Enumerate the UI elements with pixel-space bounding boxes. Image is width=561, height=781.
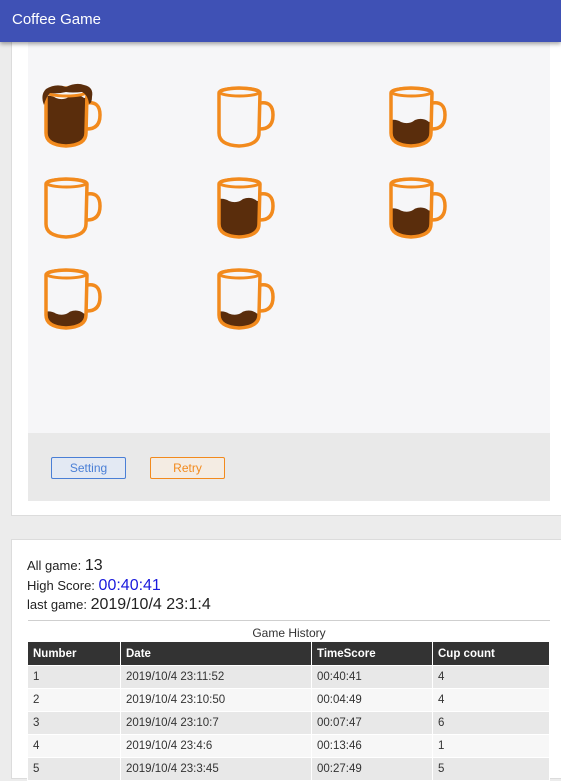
table-cell: 4 <box>432 665 550 689</box>
coffee-cup[interactable] <box>32 261 112 341</box>
table-row: 2 2019/10/4 23:10:50 00:04:49 4 <box>27 688 550 712</box>
column-header: Number <box>27 641 121 666</box>
coffee-cup-icon <box>44 268 102 330</box>
coffee-cup[interactable] <box>377 170 457 250</box>
coffee-cup-icon <box>217 268 275 330</box>
history-table: Number Date TimeScore Cup count 1 2019/1… <box>27 641 550 781</box>
table-cell: 00:04:49 <box>311 688 433 712</box>
table-cell: 2019/10/4 23:3:45 <box>120 757 312 781</box>
history-header-row: Number Date TimeScore Cup count <box>27 641 550 666</box>
last-game-stat: last game: 2019/10/4 23:1:4 <box>27 596 211 614</box>
cup-handle <box>259 101 275 131</box>
coffee-cup[interactable] <box>377 79 457 159</box>
table-cell: 4 <box>27 734 121 758</box>
game-card: Setting Retry <box>11 30 561 516</box>
table-row: 4 2019/10/4 23:4:6 00:13:46 1 <box>27 734 550 758</box>
history-caption: Game History <box>252 626 326 640</box>
coffee-cup-icon <box>389 177 447 239</box>
cup-rim <box>390 86 433 98</box>
game-controls: Setting Retry <box>28 433 550 501</box>
table-row: 5 2019/10/4 23:3:45 00:27:49 5 <box>27 757 550 781</box>
high-score-label: High Score: <box>27 578 95 593</box>
coffee-cup[interactable] <box>205 79 285 159</box>
cup-handle <box>431 192 447 222</box>
column-header: Date <box>120 641 312 666</box>
cup-rim <box>390 177 433 189</box>
all-game-stat: All game: 13 <box>27 557 103 575</box>
last-game-value: 2019/10/4 23:1:4 <box>90 596 211 613</box>
table-cell: 2019/10/4 23:4:6 <box>120 734 312 758</box>
cup-handle <box>431 101 447 131</box>
app-bar: Coffee Game <box>0 0 561 42</box>
all-game-label: All game: <box>27 558 82 573</box>
cup-rim <box>45 177 88 189</box>
last-game-label: last game: <box>27 597 87 612</box>
all-game-value: 13 <box>84 557 103 574</box>
table-cell: 2019/10/4 23:11:52 <box>120 665 312 689</box>
coffee-cup-icon <box>217 86 275 148</box>
cup-rim <box>218 177 261 189</box>
table-cell: 2019/10/4 23:10:7 <box>120 711 312 735</box>
coffee-cup-icon <box>42 83 102 148</box>
coffee-cup[interactable] <box>205 170 285 250</box>
cup-handle <box>86 101 102 131</box>
table-cell: 4 <box>432 688 550 712</box>
game-board <box>28 41 550 433</box>
cup-handle <box>86 283 102 313</box>
coffee-cup[interactable] <box>32 79 112 159</box>
retry-button[interactable]: Retry <box>150 457 225 479</box>
cup-rim <box>218 86 261 98</box>
cup-rim <box>218 268 261 280</box>
setting-button[interactable]: Setting <box>51 457 126 479</box>
cup-handle <box>259 192 275 222</box>
cup-handle <box>259 283 275 313</box>
table-cell: 00:07:47 <box>311 711 433 735</box>
table-cell: 00:40:41 <box>311 665 433 689</box>
table-cell: 00:27:49 <box>311 757 433 781</box>
cup-rim <box>45 268 88 280</box>
coffee-cup[interactable] <box>205 261 285 341</box>
table-cell: 2019/10/4 23:10:50 <box>120 688 312 712</box>
table-cell: 1 <box>432 734 550 758</box>
app-title: Coffee Game <box>12 11 101 28</box>
coffee-cup-icon <box>44 177 102 239</box>
table-cell: 6 <box>432 711 550 735</box>
stats-card: All game: 13 High Score: 00:40:41 last g… <box>11 539 561 781</box>
table-cell: 5 <box>27 757 121 781</box>
high-score-stat: High Score: 00:40:41 <box>27 577 161 595</box>
table-cell: 2 <box>27 688 121 712</box>
coffee-cup-icon <box>389 86 447 148</box>
coffee-cup-icon <box>217 177 275 239</box>
coffee-cup[interactable] <box>32 170 112 250</box>
cup-handle <box>86 192 102 222</box>
table-cell: 3 <box>27 711 121 735</box>
column-header: TimeScore <box>311 641 433 666</box>
table-cell: 00:13:46 <box>311 734 433 758</box>
table-row: 3 2019/10/4 23:10:7 00:07:47 6 <box>27 711 550 735</box>
column-header: Cup count <box>432 641 550 666</box>
high-score-value: 00:40:41 <box>98 577 161 594</box>
table-cell: 5 <box>432 757 550 781</box>
table-row: 1 2019/10/4 23:11:52 00:40:41 4 <box>27 665 550 689</box>
divider <box>28 620 550 621</box>
table-cell: 1 <box>27 665 121 689</box>
